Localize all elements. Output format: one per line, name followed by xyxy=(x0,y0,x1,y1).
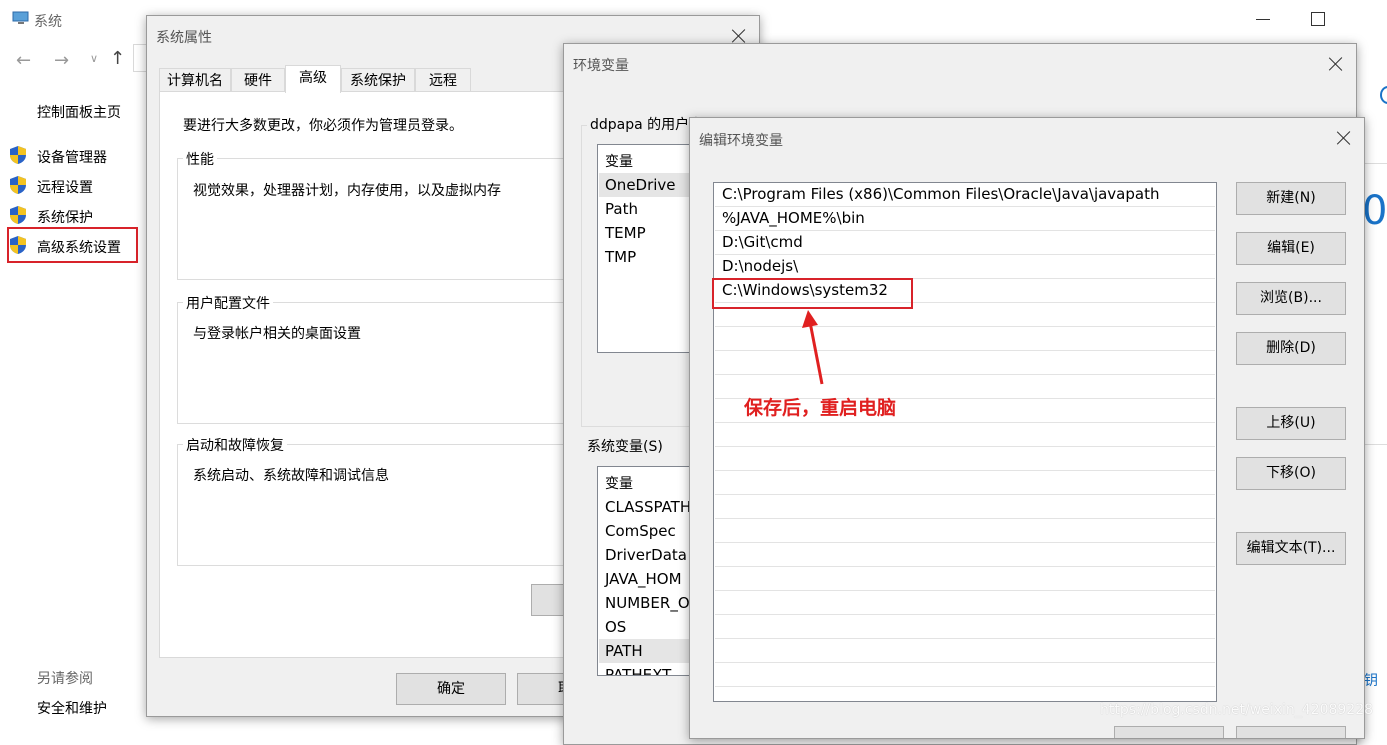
up-arrow-icon[interactable]: ↑ xyxy=(110,48,125,69)
dialog-title: 环境变量 xyxy=(573,58,629,74)
empty-row[interactable] xyxy=(715,543,1215,567)
tab-computer-name[interactable]: 计算机名 xyxy=(159,68,231,92)
right-edge-icon-peek xyxy=(1380,86,1387,104)
group-description: 与登录帐户相关的桌面设置 xyxy=(193,326,361,342)
empty-row[interactable] xyxy=(715,663,1215,687)
nav-remote-settings[interactable]: 远程设置 xyxy=(37,177,93,197)
path-entry: D:\nodejs\ xyxy=(722,257,799,275)
close-icon[interactable] xyxy=(1336,130,1352,146)
system-window-icon xyxy=(12,11,30,25)
ok-button[interactable]: 确定 xyxy=(396,673,506,705)
path-entry: D:\Git\cmd xyxy=(722,233,803,251)
close-icon[interactable] xyxy=(1328,56,1344,72)
edit-text-button[interactable]: 编辑文本(T)... xyxy=(1236,532,1346,565)
tab-advanced[interactable]: 高级 xyxy=(285,65,341,93)
edit-button[interactable]: 编辑(E) xyxy=(1236,232,1346,265)
list-item[interactable]: TEMP xyxy=(605,224,646,242)
tab-hardware[interactable]: 硬件 xyxy=(231,68,285,92)
dialog-title: 系统属性 xyxy=(156,30,212,46)
empty-row[interactable] xyxy=(715,495,1215,519)
list-item[interactable]: OneDrive xyxy=(605,176,676,194)
edit-env-var-dialog: 编辑环境变量 C:\Program Files (x86)\Common Fil… xyxy=(689,117,1365,739)
empty-row[interactable] xyxy=(715,471,1215,495)
minimize-button[interactable] xyxy=(1256,19,1270,20)
empty-row[interactable] xyxy=(715,639,1215,663)
path-entry: C:\Program Files (x86)\Common Files\Orac… xyxy=(722,185,1160,203)
empty-row[interactable] xyxy=(715,615,1215,639)
see-also-label: 另请参阅 xyxy=(37,671,93,687)
forward-arrow-icon[interactable]: → xyxy=(54,50,69,71)
list-item[interactable]: DriverData xyxy=(605,546,687,564)
list-item[interactable]: OS xyxy=(605,618,626,636)
dialog-title: 编辑环境变量 xyxy=(699,133,783,149)
group-description: 视觉效果，处理器计划，内存使用，以及虚拟内存 xyxy=(193,183,501,199)
group-label: 启动和故障恢复 xyxy=(183,435,287,455)
list-item[interactable]: PATHEXT xyxy=(605,666,671,675)
highlight-box xyxy=(712,278,913,309)
browse-button[interactable]: 浏览(B)... xyxy=(1236,282,1346,315)
system-vars-label: 系统变量(S) xyxy=(587,436,663,456)
column-header: 变量 xyxy=(605,154,633,170)
cancel-button-partial[interactable] xyxy=(1236,726,1346,738)
delete-button[interactable]: 删除(D) xyxy=(1236,332,1346,365)
security-maintenance-link[interactable]: 安全和维护 xyxy=(37,698,107,718)
list-item[interactable]: ComSpec xyxy=(605,522,676,540)
tab-remote[interactable]: 远程 xyxy=(415,68,471,92)
empty-row[interactable] xyxy=(715,519,1215,543)
path-list[interactable]: C:\Program Files (x86)\Common Files\Orac… xyxy=(713,182,1217,702)
shield-icon xyxy=(9,175,27,195)
group-label: 性能 xyxy=(183,149,217,169)
shield-icon xyxy=(9,145,27,165)
group-description: 系统启动、系统故障和调试信息 xyxy=(193,468,389,484)
annotation-arrow xyxy=(802,310,824,385)
list-item[interactable]: Path xyxy=(605,200,638,218)
annotation-text: 保存后，重启电脑 xyxy=(744,397,897,419)
list-item[interactable]: TMP xyxy=(605,248,636,266)
right-edge-link-glyph[interactable]: 钥 xyxy=(1364,670,1378,690)
list-item[interactable]: NUMBER_O xyxy=(605,594,690,612)
nav-device-manager[interactable]: 设备管理器 xyxy=(37,147,107,167)
new-button[interactable]: 新建(N) xyxy=(1236,182,1346,215)
admin-note: 要进行大多数更改，你必须作为管理员登录。 xyxy=(183,118,463,134)
close-icon[interactable] xyxy=(731,28,747,44)
path-entry: %JAVA_HOME%\bin xyxy=(722,209,865,227)
nav-advanced-system-settings[interactable]: 高级系统设置 xyxy=(37,237,121,257)
window-title: 系统 xyxy=(34,14,62,30)
nav-system-protection[interactable]: 系统保护 xyxy=(37,207,93,227)
list-item[interactable]: JAVA_HOM xyxy=(605,570,682,588)
move-down-button[interactable]: 下移(O) xyxy=(1236,457,1346,490)
empty-row[interactable] xyxy=(715,591,1215,615)
tab-system-protection[interactable]: 系统保护 xyxy=(341,68,415,92)
empty-row[interactable] xyxy=(715,327,1215,351)
list-item[interactable]: %JAVA_HOME%\bin xyxy=(715,207,1215,231)
empty-row[interactable] xyxy=(715,447,1215,471)
right-edge-big-glyph: 0 xyxy=(1362,188,1387,234)
empty-row[interactable] xyxy=(715,567,1215,591)
list-item[interactable]: PATH xyxy=(605,642,643,660)
empty-row[interactable] xyxy=(715,351,1215,375)
chevron-down-icon[interactable]: ∨ xyxy=(90,52,98,65)
shield-icon xyxy=(9,205,27,225)
empty-row[interactable] xyxy=(715,423,1215,447)
list-item[interactable]: D:\Git\cmd xyxy=(715,231,1215,255)
list-item[interactable]: CLASSPATH xyxy=(605,498,691,516)
ok-button-partial[interactable] xyxy=(1114,726,1224,738)
back-arrow-icon[interactable]: ← xyxy=(16,50,31,71)
column-header: 变量 xyxy=(605,476,633,492)
group-label: 用户配置文件 xyxy=(183,293,273,313)
shield-icon xyxy=(9,235,27,255)
move-up-button[interactable]: 上移(U) xyxy=(1236,407,1346,440)
list-item[interactable]: D:\nodejs\ xyxy=(715,255,1215,279)
maximize-button[interactable] xyxy=(1311,12,1325,26)
list-item[interactable]: C:\Program Files (x86)\Common Files\Orac… xyxy=(715,183,1215,207)
watermark: https://blog.csdn.net/weixin_42089228 xyxy=(1100,702,1374,718)
control-panel-home-link[interactable]: 控制面板主页 xyxy=(37,102,121,122)
